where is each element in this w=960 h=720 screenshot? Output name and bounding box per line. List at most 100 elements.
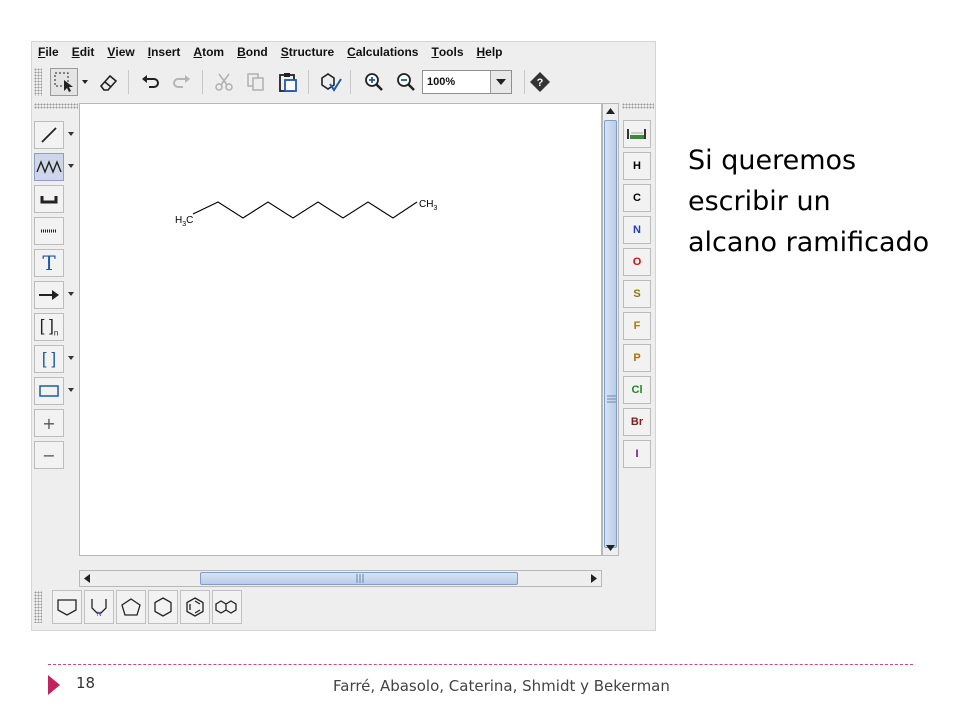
chain-tool[interactable] bbox=[34, 153, 64, 181]
help-icon: ? bbox=[530, 72, 550, 92]
scroll-down-icon[interactable] bbox=[603, 541, 618, 555]
toolbar-separator bbox=[128, 70, 129, 94]
right-methyl-label: CH3 bbox=[419, 199, 437, 212]
element-button-n[interactable]: N bbox=[623, 216, 651, 244]
horizontal-scrollbar[interactable] bbox=[79, 570, 602, 587]
chevron-down-icon bbox=[496, 79, 506, 85]
chain-dropdown-icon[interactable] bbox=[68, 164, 74, 168]
text-tool[interactable]: T bbox=[34, 249, 64, 277]
templates-grip[interactable] bbox=[34, 591, 42, 623]
rectangle-tool[interactable] bbox=[34, 377, 64, 405]
bracket-tool[interactable]: [ ] bbox=[34, 345, 64, 373]
left-methyl-label: H3C bbox=[175, 215, 193, 228]
menu-help[interactable]: Help bbox=[477, 45, 503, 59]
horizontal-scroll-thumb[interactable] bbox=[200, 572, 518, 585]
template-cyclopentane-open[interactable] bbox=[52, 590, 82, 624]
element-button-i[interactable]: I bbox=[623, 440, 651, 468]
template-cyclohexane[interactable] bbox=[148, 590, 178, 624]
bracket-dropdown-icon[interactable] bbox=[68, 356, 74, 360]
arrow-dropdown-icon[interactable] bbox=[68, 292, 74, 296]
element-label: I bbox=[635, 448, 639, 460]
ring-bond-tool[interactable] bbox=[34, 185, 64, 213]
plus-icon: + bbox=[42, 413, 56, 433]
clean-icon bbox=[321, 73, 342, 92]
vertical-scrollbar[interactable] bbox=[602, 103, 619, 556]
element-button-s[interactable]: S bbox=[623, 280, 651, 308]
benzene-icon bbox=[186, 597, 204, 617]
template-naphthalene[interactable] bbox=[212, 590, 242, 624]
menu-structure[interactable]: Structure bbox=[281, 45, 334, 59]
toolbar-separator bbox=[202, 70, 203, 94]
bond-dropdown-icon[interactable] bbox=[68, 132, 74, 136]
scroll-up-icon[interactable] bbox=[603, 104, 618, 118]
selection-button[interactable] bbox=[50, 68, 78, 96]
single-bond-tool[interactable] bbox=[34, 121, 64, 149]
menu-view[interactable]: View bbox=[107, 45, 134, 59]
scroll-right-icon[interactable] bbox=[587, 571, 601, 586]
footer-authors: Farré, Abasolo, Caterina, Shmidt y Beker… bbox=[333, 677, 670, 695]
menu-atom[interactable]: Atom bbox=[193, 45, 224, 59]
sgroup-bracket-tool[interactable]: [ ]n bbox=[34, 313, 64, 341]
reaction-arrow-tool[interactable] bbox=[34, 281, 64, 309]
clean-structure-button[interactable] bbox=[316, 68, 344, 96]
vertical-scroll-thumb[interactable] bbox=[604, 120, 617, 548]
decrease-charge-tool[interactable]: − bbox=[34, 441, 64, 469]
grip-lines-icon bbox=[356, 574, 364, 583]
zoom-out-icon bbox=[397, 73, 415, 91]
element-button-o[interactable]: O bbox=[623, 248, 651, 276]
element-button-h[interactable]: H bbox=[623, 152, 651, 180]
redo-button[interactable] bbox=[168, 68, 196, 96]
template-pyrrolidine[interactable]: N bbox=[84, 590, 114, 624]
copy-button[interactable] bbox=[242, 68, 270, 96]
left-toolbar-grip[interactable] bbox=[34, 103, 78, 109]
menu-tools[interactable]: Tools bbox=[431, 45, 463, 59]
bracket-label: [ ] bbox=[41, 349, 57, 368]
element-label: Cl bbox=[631, 384, 643, 396]
molecule-drawing: H3C CH3 bbox=[175, 199, 437, 228]
template-benzene[interactable] bbox=[180, 590, 210, 624]
dotted-bond-icon bbox=[41, 229, 57, 233]
bracket-n-label: [ ]n bbox=[39, 316, 59, 338]
slide-body-text: Si queremos escribir un alcano ramificad… bbox=[688, 140, 948, 263]
paste-button[interactable] bbox=[274, 68, 302, 96]
element-button-cl[interactable]: Cl bbox=[623, 376, 651, 404]
element-label: N bbox=[633, 224, 641, 236]
cut-button[interactable] bbox=[210, 68, 238, 96]
zoom-out-button[interactable] bbox=[392, 68, 420, 96]
zoom-dropdown-button[interactable] bbox=[490, 71, 511, 93]
undo-button[interactable] bbox=[136, 68, 164, 96]
zoom-in-button[interactable] bbox=[360, 68, 388, 96]
main-toolbar: 100% ? bbox=[32, 64, 657, 100]
menu-edit[interactable]: Edit bbox=[72, 45, 95, 59]
template-cyclopentane[interactable] bbox=[116, 590, 146, 624]
element-label: C bbox=[633, 192, 641, 204]
shape-dropdown-icon[interactable] bbox=[68, 388, 74, 392]
single-bond-icon bbox=[41, 127, 57, 143]
menu-bond[interactable]: Bond bbox=[237, 45, 268, 59]
footer-divider bbox=[48, 664, 913, 665]
redo-icon bbox=[173, 75, 190, 88]
menu-file[interactable]: File bbox=[38, 45, 59, 59]
menu-calculations[interactable]: Calculations bbox=[347, 45, 418, 59]
element-label: F bbox=[633, 320, 641, 332]
periodic-table-icon bbox=[627, 129, 646, 139]
zoom-in-icon bbox=[365, 73, 383, 91]
element-button-br[interactable]: Br bbox=[623, 408, 651, 436]
scroll-left-icon[interactable] bbox=[80, 571, 94, 586]
right-toolbar-grip[interactable] bbox=[622, 103, 654, 109]
menu-insert[interactable]: Insert bbox=[148, 45, 181, 59]
selection-dropdown-icon[interactable] bbox=[82, 80, 88, 84]
toolbar-separator bbox=[524, 70, 525, 94]
element-button-p[interactable]: P bbox=[623, 344, 651, 372]
increase-charge-tool[interactable]: + bbox=[34, 409, 64, 437]
dotted-bond-tool[interactable] bbox=[34, 217, 64, 245]
copy-icon bbox=[247, 73, 264, 91]
help-button[interactable]: ? bbox=[526, 68, 554, 96]
eraser-button[interactable] bbox=[94, 68, 122, 96]
drawing-canvas[interactable]: H3C CH3 bbox=[79, 103, 602, 556]
toolbar-grip[interactable] bbox=[34, 68, 42, 96]
element-button-f[interactable]: F bbox=[623, 312, 651, 340]
periodic-table-button[interactable] bbox=[623, 120, 651, 148]
cut-icon bbox=[215, 73, 233, 91]
element-button-c[interactable]: C bbox=[623, 184, 651, 212]
